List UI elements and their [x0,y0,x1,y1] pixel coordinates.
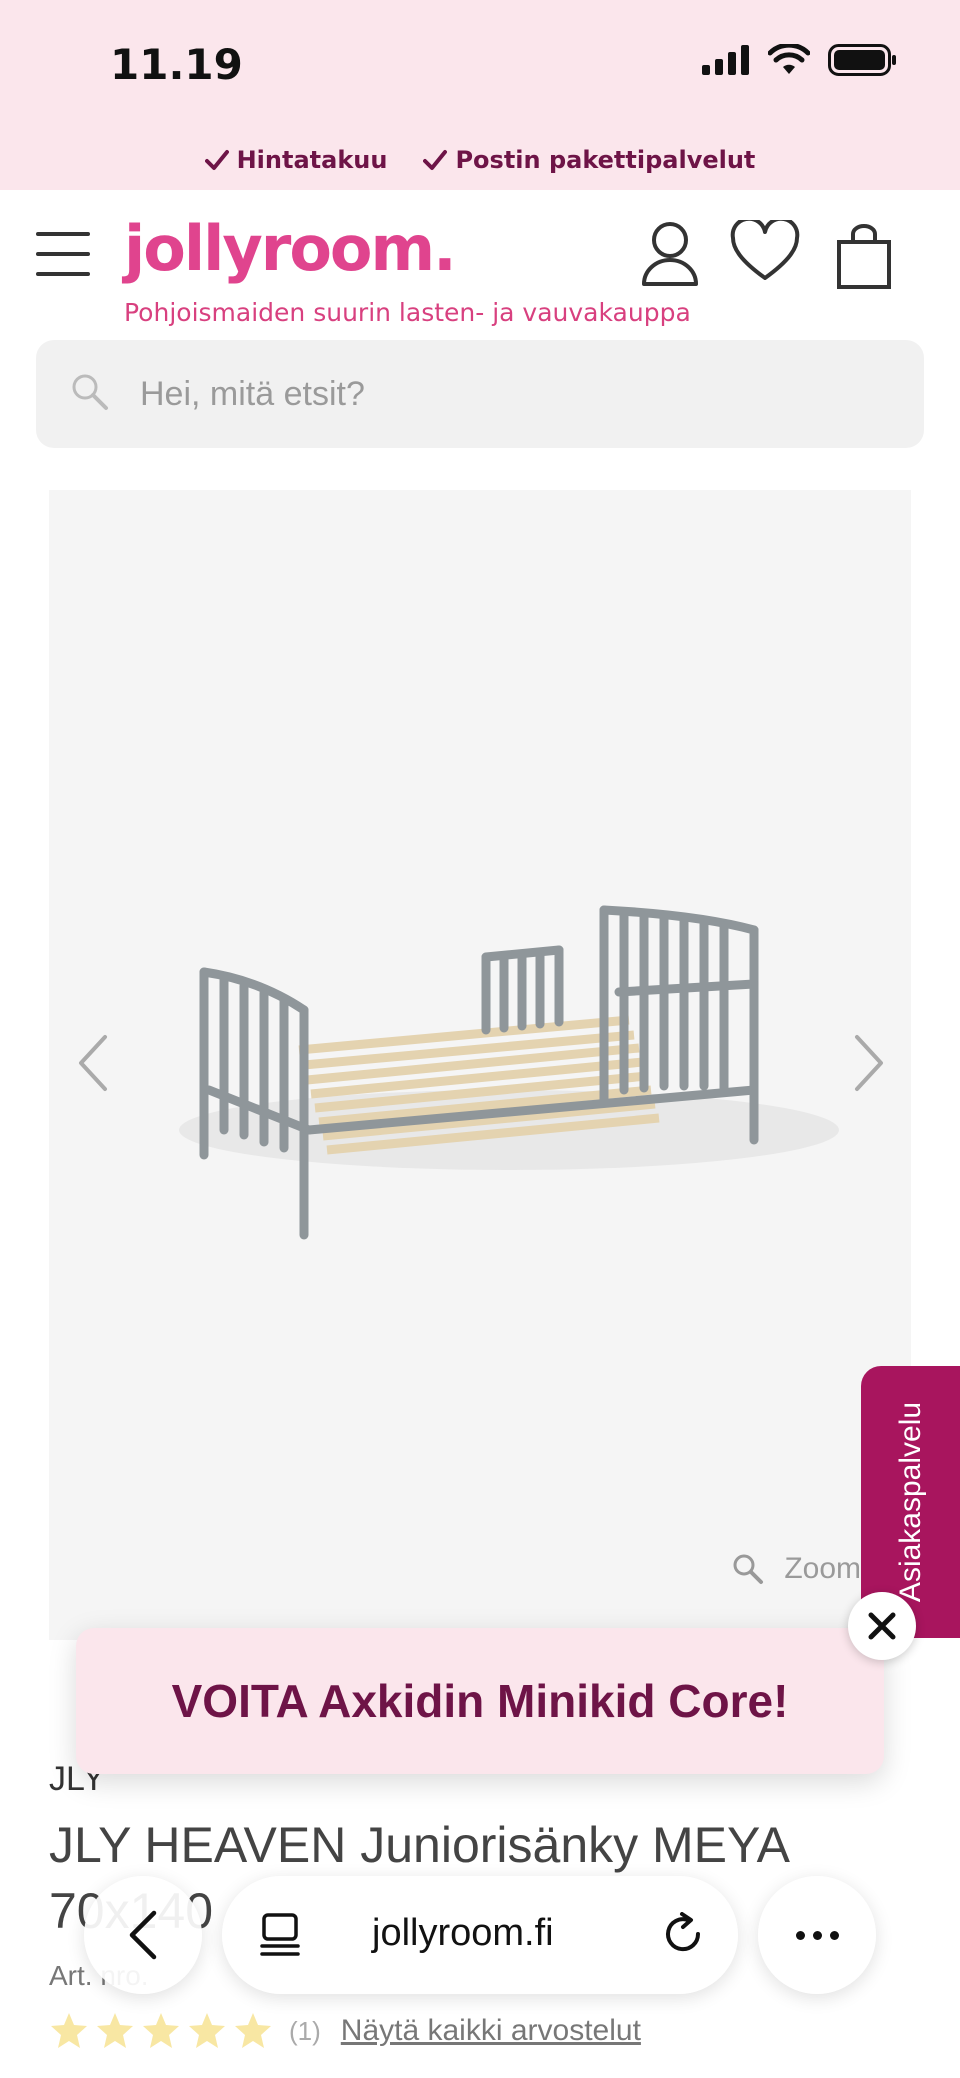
usp-item-shipping: Postin pakettipalvelut [423,146,755,174]
more-icon-dot [829,1930,839,1940]
more-options-button[interactable] [758,1876,876,1994]
star-icon [97,2013,133,2048]
search-icon [72,374,108,410]
star-icon [51,2013,87,2048]
rating-stars [49,2012,273,2050]
checkmark-icon [423,150,448,170]
review-count: (1) [289,2015,321,2046]
search-input[interactable] [140,368,880,420]
tab-overview-icon[interactable] [258,1912,302,1958]
zoom-icon [733,1554,764,1584]
browser-toolbar: jollyroom.fi [0,1870,960,2000]
logo[interactable]: jollyroom. [124,212,457,285]
chevron-left-icon [129,1910,157,1960]
zoom-label: Zoom [784,1552,861,1585]
promo-text: VOITA Axkidin Minikid Core! [171,1675,789,1727]
zoom-button[interactable]: Zoom [732,1552,861,1586]
more-icon-dot [812,1930,822,1940]
reload-icon[interactable] [662,1912,706,1958]
usp-label: Postin pakettipalvelut [455,146,756,174]
account-icon[interactable] [640,220,700,286]
browser-back-button[interactable] [84,1876,202,1994]
promo-close-button[interactable] [848,1592,916,1660]
product-rating: (1) Näytä kaikki arvostelut [49,2012,641,2050]
star-icon [143,2013,179,2048]
more-icon-dot [795,1930,805,1940]
show-all-reviews-link[interactable]: Näytä kaikki arvostelut [341,2014,641,2048]
tagline: Pohjoismaiden suurin lasten- ja vauvakau… [124,298,691,327]
checkmark-icon [204,150,229,170]
customer-service-label: Asiakaspalvelu [893,1401,927,1603]
status-bar: 11.19 [0,0,960,130]
star-icon [235,2013,271,2048]
status-time: 11.19 [110,40,243,89]
address-bar[interactable]: jollyroom.fi [222,1876,738,1994]
next-image-arrow-icon[interactable] [849,1033,889,1093]
battery-icon [828,44,896,76]
star-icon [189,2013,225,2048]
cellular-signal-icon [702,45,749,75]
address-bar-url: jollyroom.fi [372,1912,554,1954]
close-icon [868,1612,896,1640]
usp-label: Hintatakuu [236,146,388,174]
previous-image-arrow-icon[interactable] [73,1033,113,1093]
product-image-gallery[interactable]: Zoom [49,490,911,1640]
promo-banner[interactable]: VOITA Axkidin Minikid Core! [76,1628,884,1774]
status-icons [702,44,898,76]
usp-item-price-guarantee: Hintatakuu [204,146,388,174]
wishlist-heart-icon[interactable] [730,220,800,284]
shopping-bag-icon[interactable] [836,224,892,290]
search-bar [36,340,924,448]
wifi-icon [768,44,810,74]
usp-bar: Hintatakuu Postin pakettipalvelut [0,130,960,190]
product-image-toddler-bed[interactable] [49,490,911,1640]
site-header: jollyroom. Pohjoismaiden suurin lasten- … [0,190,960,340]
hamburger-menu-icon[interactable] [36,232,90,276]
